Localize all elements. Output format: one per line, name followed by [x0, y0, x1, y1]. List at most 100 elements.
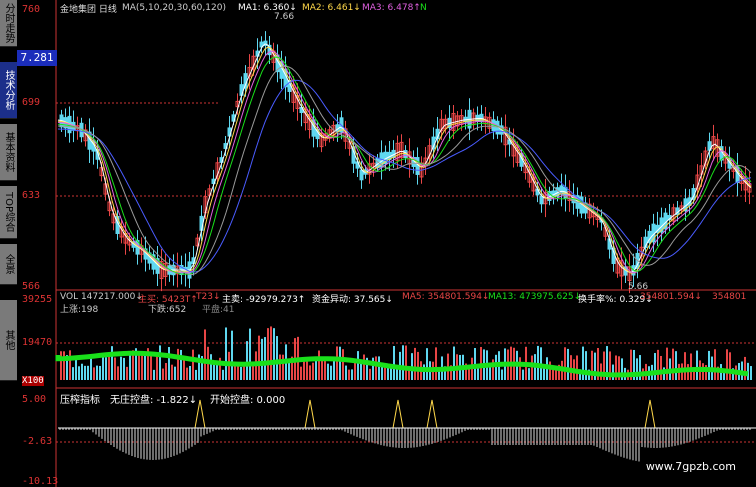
volume-bar	[111, 346, 113, 380]
volume-bar	[729, 352, 731, 380]
volume-bar	[750, 366, 752, 380]
volume-bar	[276, 336, 278, 380]
volume-axis-mid: 19470	[22, 337, 53, 348]
volume-bar	[264, 337, 266, 380]
indicator-bars	[58, 399, 756, 462]
volume-bar	[267, 328, 269, 380]
candlestick	[399, 134, 404, 166]
volume-bar	[156, 354, 158, 380]
volume-bar	[321, 359, 323, 380]
volume-bar	[279, 354, 281, 380]
volume-bar	[378, 356, 380, 380]
volume-bar	[237, 366, 239, 380]
volume-bar	[423, 364, 425, 380]
volume-bar	[114, 357, 116, 380]
candlestick	[747, 171, 752, 205]
volume-bars	[55, 326, 752, 380]
candlestick	[159, 248, 164, 292]
volume-bar	[567, 348, 569, 380]
indicator-no-control: 无庄控盘: -1.822↓	[110, 395, 198, 406]
volume-bar	[336, 346, 338, 380]
ma-params: MA(5,10,20,30,60,120)	[122, 3, 226, 13]
volume-bar	[273, 328, 275, 380]
volume-bar	[99, 365, 101, 380]
volume-bar	[177, 348, 179, 380]
volume-bar	[333, 359, 335, 380]
volume-bar	[144, 351, 146, 380]
volume-bar	[249, 328, 251, 380]
volume-bar	[612, 364, 614, 380]
price-axis-bottom: 566	[22, 281, 41, 292]
volume-bar	[501, 369, 503, 380]
volume-bar	[570, 355, 572, 380]
volume-bar	[78, 366, 80, 380]
volume-bar	[189, 365, 191, 380]
volume-bar	[261, 338, 263, 380]
count-down: 下跌:652	[148, 305, 187, 315]
volume-bar	[225, 327, 227, 380]
candlestick-series	[59, 31, 752, 294]
volume-bar	[369, 368, 371, 380]
volume-bar	[528, 368, 530, 380]
volume-bar	[258, 335, 260, 380]
volume-bar	[75, 358, 77, 380]
volume-bar	[453, 346, 455, 380]
volume-bar	[696, 350, 698, 380]
volume-bar	[231, 330, 233, 380]
volume-bar	[243, 364, 245, 380]
volume-bar	[426, 348, 428, 380]
volume-bar	[405, 345, 407, 380]
volume-bar	[402, 345, 404, 380]
volume-bar	[360, 362, 362, 380]
volume-unit: X100	[22, 376, 44, 386]
volume-bar	[477, 368, 479, 380]
volume-bar	[654, 353, 656, 380]
watermark: www.7gpzb.com	[645, 460, 736, 473]
volume-bar	[150, 352, 152, 380]
current-price-box: 7.281	[17, 50, 57, 66]
volume-bar	[585, 351, 587, 380]
indicator-start-control: 开始控盘: 0.000	[210, 395, 286, 406]
main-sell: 主卖: -92979.273↑	[222, 295, 306, 305]
ma2-value: MA2: 6.461↓	[302, 3, 361, 13]
volume-axis-top: 39255	[22, 294, 53, 305]
t23: T23↓	[196, 292, 221, 302]
count-up: 上涨:198	[60, 305, 99, 315]
indicator-spike	[644, 399, 656, 429]
candlestick	[415, 147, 420, 185]
indicator-spike	[426, 399, 438, 429]
volume-bar	[417, 351, 419, 380]
candlestick	[559, 173, 564, 207]
volume-bar	[309, 365, 311, 380]
volume-bar	[123, 357, 125, 380]
volume-bar	[240, 366, 242, 380]
volume-bar	[102, 355, 104, 380]
volume-bar	[690, 353, 692, 380]
volume-bar	[330, 365, 332, 380]
volume-bar	[549, 361, 551, 380]
volume-bar	[117, 366, 119, 380]
volume-bar	[126, 366, 128, 380]
indicator-axis-mid: -2.63	[22, 436, 53, 447]
volume-bar	[657, 349, 659, 380]
volume-bar	[519, 357, 521, 380]
volume-bar	[120, 356, 122, 380]
indicator-spike	[304, 399, 316, 429]
price-axis-top: 760	[22, 4, 41, 15]
volume-bar	[660, 355, 662, 380]
volume-bar	[495, 354, 497, 380]
volume-bar	[672, 348, 674, 380]
volume-bar	[375, 356, 377, 380]
volume-bar	[270, 326, 272, 380]
volume-bar	[159, 345, 161, 380]
low-annotation: 5.66	[628, 282, 649, 292]
volume-bar	[324, 359, 326, 380]
volume-bar	[246, 341, 248, 380]
indicator-spike	[392, 399, 404, 429]
indicator-name: 压榨指标	[60, 395, 100, 406]
volume-bar	[576, 355, 578, 380]
volume-bar	[186, 367, 188, 380]
volume-bar	[192, 349, 194, 380]
vol-ma5: MA5: 354801.594↓	[402, 292, 490, 302]
volume-bar	[414, 347, 416, 380]
